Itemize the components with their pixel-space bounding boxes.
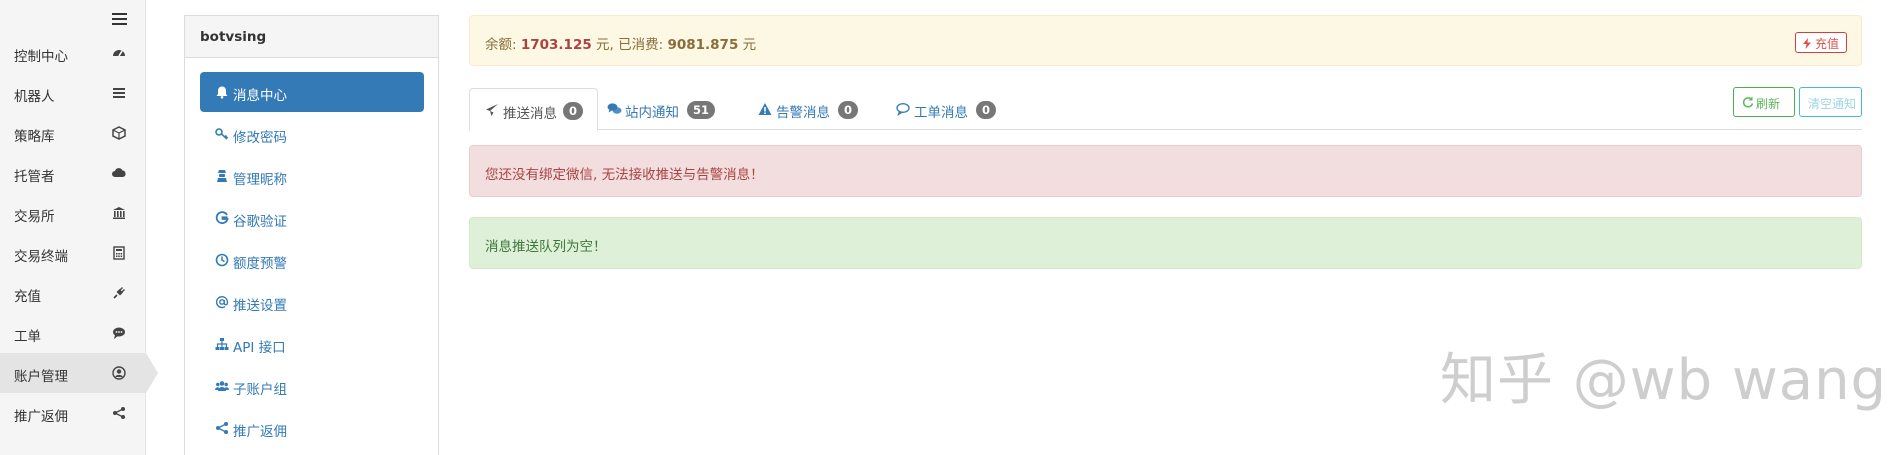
menu-item-label: 子账户组 [233, 382, 287, 398]
clock-icon [215, 253, 229, 267]
watermark: 知乎 @wb wang [1440, 348, 1888, 413]
warning-icon [758, 102, 772, 116]
clear-notifications-button[interactable]: 清空通知 [1799, 87, 1862, 117]
recharge-button[interactable]: 充值 [1795, 32, 1847, 53]
sidebar-item-label: 充值 [14, 289, 41, 305]
queue-alert-text: 消息推送队列为空！ [485, 239, 607, 255]
wechat-alert-text: 您还没有绑定微信, 无法接收推送与告警消息！ [485, 167, 764, 183]
menu-item-message-center[interactable]: 消息中心 [200, 72, 424, 112]
sidebar-item-robots[interactable]: 机器人 [0, 73, 146, 113]
tab-label: 工单消息 [914, 105, 968, 121]
cloud-icon [112, 166, 126, 180]
menu-item-nickname[interactable]: 管理昵称 [200, 156, 424, 196]
refresh-label: 刷新 [1756, 97, 1781, 111]
menu-item-label: 推送设置 [233, 298, 287, 314]
user-circle-icon [112, 366, 126, 380]
sidebar-item-label: 控制中心 [14, 49, 68, 65]
menu-item-label: 修改密码 [233, 130, 287, 146]
tab-alert-messages[interactable]: 告警消息 0 [758, 88, 868, 130]
tab-label: 推送消息 [503, 106, 557, 122]
send-icon [485, 103, 499, 117]
tab-label: 告警消息 [776, 105, 830, 121]
share-icon [112, 406, 126, 420]
google-icon [215, 211, 229, 225]
menu-item-quota-alert[interactable]: 额度预警 [200, 240, 424, 280]
account-menu-panel: botvsing 消息中心 修改密码 管理昵称 谷歌验证 额度预警 推送设置 A… [184, 15, 439, 455]
share-icon [215, 421, 229, 435]
dashboard-icon [112, 46, 126, 60]
tab-count-badge: 0 [563, 102, 584, 120]
menu-item-change-password[interactable]: 修改密码 [200, 114, 424, 154]
left-sidebar: 控制中心 机器人 策略库 托管者 交易所 交易终端 充值 工单 账户管理 推广返… [0, 0, 158, 455]
sidebar-item-label: 策略库 [14, 129, 55, 145]
sidebar-item-strategies[interactable]: 策略库 [0, 113, 146, 153]
sidebar-item-label: 工单 [14, 329, 41, 345]
users-icon [215, 379, 229, 393]
tab-ticket-messages[interactable]: 工单消息 0 [896, 88, 1006, 130]
at-icon [215, 295, 229, 309]
balance-value: 1703.125 [520, 37, 592, 53]
sidebar-item-label: 机器人 [14, 89, 55, 105]
sidebar-item-dashboard[interactable]: 控制中心 [0, 33, 146, 73]
sidebar-item-custodians[interactable]: 托管者 [0, 153, 146, 193]
menu-item-google-auth[interactable]: 谷歌验证 [200, 198, 424, 238]
refresh-icon [1742, 96, 1754, 108]
list-icon [112, 86, 126, 100]
balance-text: 余额: 1703.125 元, 已消费: 9081.875 元 [485, 37, 757, 53]
tab-label: 站内通知 [625, 105, 679, 121]
bell-icon [215, 85, 229, 99]
tab-push-messages[interactable]: 推送消息 0 [469, 88, 598, 131]
comment-icon [112, 326, 126, 340]
account-name: botvsing [185, 16, 438, 58]
menu-item-label: 消息中心 [233, 88, 287, 104]
menu-item-sub-accounts[interactable]: 子账户组 [200, 366, 424, 406]
sidebar-item-label: 交易所 [14, 209, 55, 225]
menu-item-referral[interactable]: 推广返佣 [200, 408, 424, 448]
menu-item-label: 谷歌验证 [233, 214, 287, 230]
tab-count-badge: 0 [838, 101, 859, 119]
spent-value: 9081.875 [667, 37, 739, 53]
sidebar-item-trading-terminal[interactable]: 交易终端 [0, 233, 146, 273]
sidebar-item-exchanges[interactable]: 交易所 [0, 193, 146, 233]
sidebar-item-recharge[interactable]: 充值 [0, 273, 146, 313]
message-tabs: 推送消息 0 站内通知 51 告警消息 0 工单消息 0 [469, 88, 1862, 131]
menu-item-label: API 接口 [233, 340, 286, 356]
sidebar-item-account[interactable]: 账户管理 [0, 353, 158, 393]
sidebar-item-label: 推广返佣 [14, 409, 68, 425]
bank-icon [112, 206, 126, 220]
bolt-icon [1803, 38, 1812, 49]
menu-item-label: 推广返佣 [233, 424, 287, 440]
clear-label: 清空通知 [1808, 97, 1857, 111]
hamburger-menu-icon[interactable] [112, 13, 127, 27]
comment-o-icon [896, 102, 910, 116]
recharge-label: 充值 [1814, 37, 1839, 51]
sitemap-icon [215, 337, 229, 351]
user-secret-icon [215, 169, 229, 183]
push-queue-alert: 消息推送队列为空！ [469, 217, 1862, 269]
refresh-button[interactable]: 刷新 [1733, 87, 1795, 117]
cube-icon [112, 126, 126, 140]
sidebar-item-label: 交易终端 [14, 249, 68, 265]
menu-item-label: 管理昵称 [233, 172, 287, 188]
tab-site-notices[interactable]: 站内通知 51 [607, 88, 727, 130]
menu-item-api[interactable]: API 接口 [200, 324, 424, 364]
sidebar-item-tickets[interactable]: 工单 [0, 313, 146, 353]
plug-icon [112, 286, 126, 300]
key-icon [215, 127, 229, 141]
balance-alert: 余额: 1703.125 元, 已消费: 9081.875 元 充值 [469, 15, 1862, 66]
sidebar-item-label: 账户管理 [14, 369, 68, 385]
menu-item-label: 额度预警 [233, 256, 287, 272]
tab-count-badge: 51 [687, 101, 716, 119]
menu-item-push-settings[interactable]: 推送设置 [200, 282, 424, 322]
comments-icon [607, 102, 622, 116]
sidebar-item-label: 托管者 [14, 169, 55, 185]
sidebar-item-referral[interactable]: 推广返佣 [0, 393, 146, 433]
calculator-icon [112, 246, 126, 260]
tab-count-badge: 0 [976, 101, 997, 119]
wechat-binding-alert: 您还没有绑定微信, 无法接收推送与告警消息！ [469, 145, 1862, 197]
